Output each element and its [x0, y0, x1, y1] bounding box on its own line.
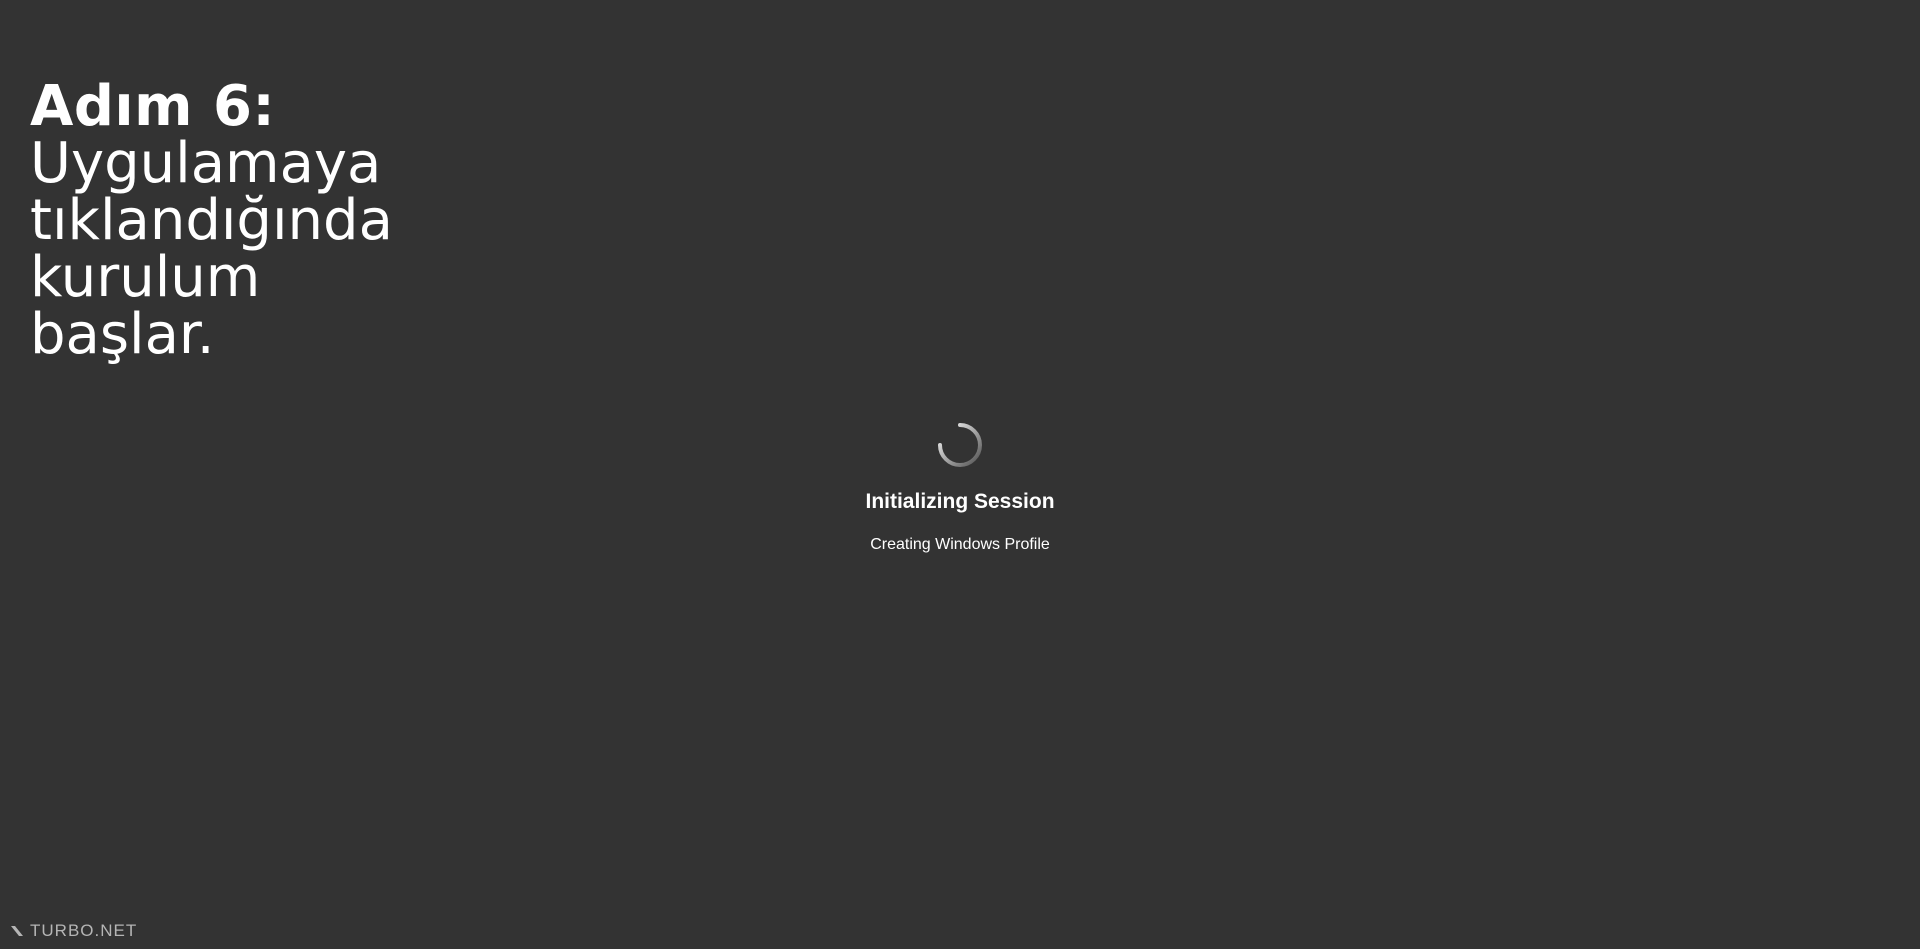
session-status-text: Creating Windows Profile — [870, 536, 1050, 553]
turbo-logo-icon — [11, 926, 23, 936]
brand-logo: TURBO.NET — [10, 921, 137, 941]
brand-name: TURBO.NET — [30, 921, 138, 940]
session-loader: Initializing Session Creating Windows Pr… — [0, 420, 1920, 554]
step-heading: Adım 6: — [30, 74, 276, 139]
session-loading-screen: Adım 6: Uygulamaya tıklandığında kurulum… — [0, 0, 1920, 949]
step-description: Uygulamaya tıklandığında kurulum başlar. — [30, 131, 393, 368]
tutorial-step-caption: Adım 6: Uygulamaya tıklandığında kurulum… — [30, 78, 410, 364]
session-title: Initializing Session — [865, 490, 1055, 513]
loading-spinner-icon — [935, 420, 985, 470]
